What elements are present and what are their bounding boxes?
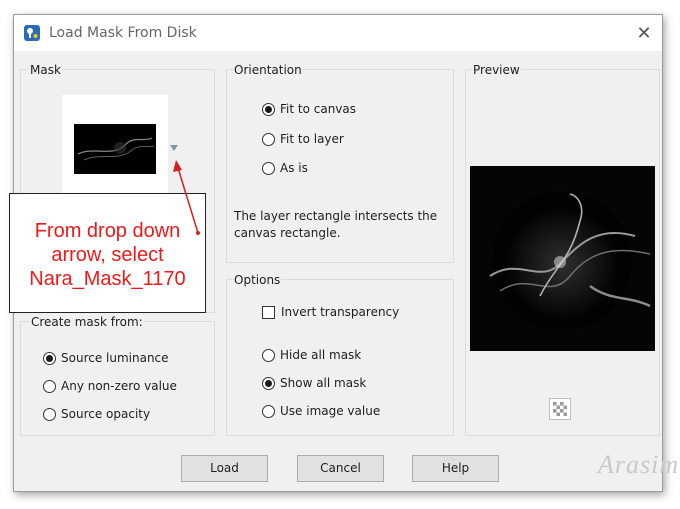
load-button[interactable]: Load [181, 455, 268, 482]
hide-all-mask-radio[interactable]: Hide all mask [262, 348, 361, 362]
orientation-group-label: Orientation [233, 63, 303, 77]
radio-indicator [262, 348, 275, 362]
create-mask-group-label: Create mask from: [30, 315, 144, 329]
options-group-label: Options [233, 273, 282, 287]
help-button[interactable]: Help [412, 455, 499, 482]
radio-indicator [43, 351, 56, 365]
chevron-down-icon[interactable] [170, 145, 178, 151]
show-all-mask-radio[interactable]: Show all mask [262, 376, 366, 390]
mask-group-label: Mask [29, 63, 62, 77]
source-luminance-radio[interactable]: Source luminance [43, 351, 169, 365]
radio-indicator [262, 132, 275, 146]
close-icon: ✕ [636, 23, 652, 43]
title-bar: Load Mask From Disk ✕ [14, 15, 662, 51]
window-title: Load Mask From Disk [49, 25, 197, 41]
checkbox-indicator [262, 305, 275, 319]
radio-indicator [43, 379, 56, 393]
orientation-info-text: The layer rectangle intersects the canva… [234, 209, 438, 240]
radio-indicator [262, 404, 275, 418]
radio-indicator [262, 161, 275, 175]
preview-toggle[interactable] [549, 398, 571, 420]
close-button[interactable]: ✕ [630, 19, 658, 47]
mask-dropdown[interactable] [62, 95, 178, 195]
radio-indicator [262, 376, 275, 390]
tutorial-annotation: From drop down arrow, select Nara_Mask_1… [9, 193, 206, 313]
checkerboard-icon [553, 402, 567, 416]
preview-group-label: Preview [472, 63, 521, 77]
mask-thumbnail [74, 124, 156, 174]
paintshop-pro-icon [24, 25, 40, 41]
fit-to-canvas-radio[interactable]: Fit to canvas [262, 102, 356, 116]
use-image-value-radio[interactable]: Use image value [262, 404, 380, 418]
watermark: Arasim [598, 450, 680, 479]
radio-indicator [43, 407, 56, 421]
any-nonzero-radio[interactable]: Any non-zero value [43, 379, 177, 393]
cancel-button[interactable]: Cancel [297, 455, 384, 482]
as-is-radio[interactable]: As is [262, 161, 308, 175]
radio-indicator [262, 102, 275, 116]
source-opacity-radio[interactable]: Source opacity [43, 407, 150, 421]
preview-image [470, 166, 655, 351]
invert-transparency-checkbox[interactable]: Invert transparency [262, 305, 399, 319]
fit-to-layer-radio[interactable]: Fit to layer [262, 132, 344, 146]
